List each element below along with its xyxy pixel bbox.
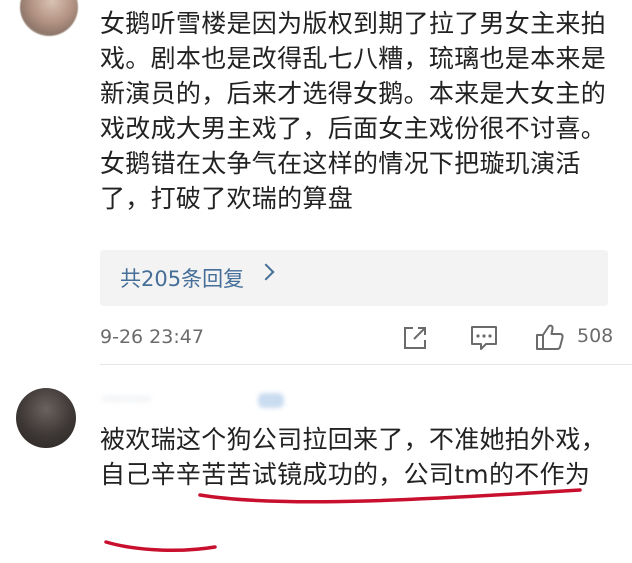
annotation-underline (104, 488, 582, 552)
